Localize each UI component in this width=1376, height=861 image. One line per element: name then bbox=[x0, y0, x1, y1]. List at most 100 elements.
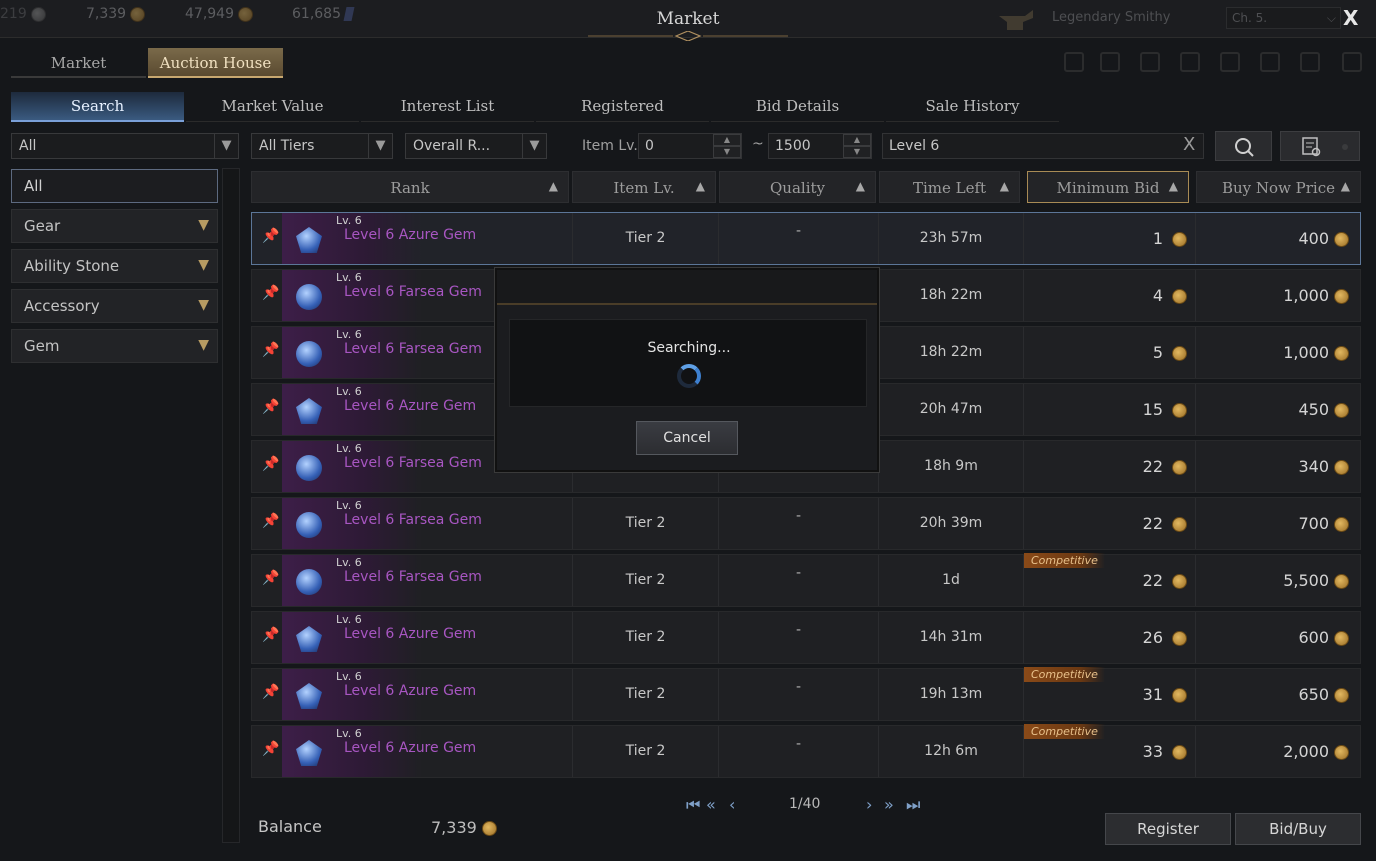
gold-coin-icon bbox=[1172, 517, 1187, 532]
gold-coin-icon bbox=[1334, 232, 1349, 247]
pin-icon[interactable]: 📌 bbox=[262, 285, 279, 305]
pin-icon[interactable]: 📌 bbox=[262, 513, 279, 533]
bag-icon[interactable] bbox=[1140, 52, 1160, 72]
column-rank[interactable]: Rank ▲ bbox=[251, 171, 569, 203]
column-buy-now-price[interactable]: Buy Now Price ▲ bbox=[1196, 171, 1361, 203]
category-all[interactable]: All bbox=[11, 169, 218, 203]
item-tier: Tier 2 bbox=[572, 612, 718, 663]
loading-spinner-icon bbox=[677, 364, 701, 388]
category-gear[interactable]: Gear ▼ bbox=[11, 209, 218, 243]
prev-10-pages-button[interactable]: « bbox=[706, 795, 716, 814]
pin-icon[interactable]: 📌 bbox=[262, 627, 279, 647]
max-increment-button[interactable]: ▲ bbox=[843, 134, 871, 146]
character-icon[interactable] bbox=[1180, 52, 1200, 72]
balance-value: 7,339 bbox=[431, 818, 497, 837]
detailed-search-button[interactable] bbox=[1280, 131, 1360, 161]
item-quality: - bbox=[718, 213, 878, 264]
column-time-left[interactable]: Time Left ▲ bbox=[879, 171, 1020, 203]
column-item-level[interactable]: Item Lv. ▲ bbox=[572, 171, 716, 203]
table-row[interactable]: 📌 Lv. 6 Level 6 Farsea Gem Tier 2-20h 39m 22… bbox=[251, 497, 1361, 550]
category-accessory[interactable]: Accessory ▼ bbox=[11, 289, 218, 323]
min-bid-cell: 26 bbox=[1023, 612, 1195, 663]
pin-icon[interactable]: 📌 bbox=[262, 684, 279, 704]
item-level-tag: Lv. 6 bbox=[336, 442, 362, 455]
pin-icon[interactable]: 📌 bbox=[262, 741, 279, 761]
bid-buy-button[interactable]: Bid/Buy bbox=[1235, 813, 1361, 845]
search-button[interactable] bbox=[1215, 131, 1272, 161]
item-name: Level 6 Farsea Gem bbox=[344, 455, 482, 471]
buy-now-cell: 1,000 bbox=[1195, 270, 1361, 321]
table-row[interactable]: 📌 Lv. 6 Level 6 Azure Gem Tier 2-23h 57m 1 40… bbox=[251, 212, 1361, 265]
search-input[interactable]: Level 6 bbox=[882, 133, 1204, 159]
item-level-tag: Lv. 6 bbox=[336, 499, 362, 512]
last-page-button[interactable]: ⏭ bbox=[906, 795, 920, 815]
tab-market-value[interactable]: Market Value bbox=[186, 92, 359, 122]
item-level-label: Item Lv. bbox=[582, 138, 638, 154]
min-bid: 15 bbox=[1142, 400, 1163, 419]
buy-now-cell: 450 bbox=[1195, 384, 1361, 435]
tab-sale-history[interactable]: Sale History bbox=[886, 92, 1059, 122]
search-icon[interactable] bbox=[1300, 52, 1320, 72]
dialog-message: Searching... bbox=[647, 340, 731, 356]
column-label: Minimum Bid bbox=[1056, 179, 1160, 197]
min-bid: 22 bbox=[1142, 514, 1163, 533]
shop-icon[interactable] bbox=[1064, 52, 1084, 72]
item-name: Level 6 Farsea Gem bbox=[344, 341, 482, 357]
category-gem[interactable]: Gem ▼ bbox=[11, 329, 218, 363]
table-row[interactable]: 📌 Lv. 6 Level 6 Azure Gem Tier 2-14h 31m 26 6… bbox=[251, 611, 1361, 664]
chevron-down-icon: ▼ bbox=[198, 337, 209, 353]
pin-icon[interactable]: 📌 bbox=[262, 342, 279, 362]
register-button[interactable]: Register bbox=[1105, 813, 1231, 845]
prev-page-button[interactable]: ‹ bbox=[729, 795, 736, 814]
time-left: 18h 22m bbox=[878, 327, 1023, 378]
category-scrollbar[interactable] bbox=[222, 168, 240, 843]
menu-icon[interactable] bbox=[1342, 52, 1362, 72]
first-page-button[interactable]: ⏮ bbox=[686, 795, 700, 815]
pin-icon[interactable]: 📌 bbox=[262, 456, 279, 476]
clear-search-button[interactable]: X bbox=[1183, 134, 1195, 155]
tab-registered[interactable]: Registered bbox=[536, 92, 709, 122]
column-quality[interactable]: Quality ▲ bbox=[719, 171, 876, 203]
crafting-icon[interactable] bbox=[1220, 52, 1240, 72]
tab-bid-details[interactable]: Bid Details bbox=[711, 92, 884, 122]
rank-select[interactable]: Overall R... ▼ bbox=[405, 133, 547, 159]
close-button[interactable]: X bbox=[1343, 6, 1358, 30]
gear-icon[interactable] bbox=[1100, 52, 1120, 72]
buy-now-price: 340 bbox=[1298, 457, 1329, 476]
cancel-button[interactable]: Cancel bbox=[636, 421, 738, 455]
table-row[interactable]: 📌 Lv. 6 Level 6 Azure Gem Tier 2-19h 13m 31 6… bbox=[251, 667, 1361, 721]
min-increment-button[interactable]: ▲ bbox=[713, 134, 741, 146]
category-ability-stone[interactable]: Ability Stone ▼ bbox=[11, 249, 218, 283]
buy-now-price: 5,500 bbox=[1283, 571, 1329, 590]
gem-icon bbox=[296, 341, 322, 367]
table-row[interactable]: 📌 Lv. 6 Level 6 Azure Gem Tier 2-12h 6m 33 2,… bbox=[251, 724, 1361, 778]
gem-icon bbox=[296, 512, 322, 538]
buy-now-cell: 400 bbox=[1195, 213, 1361, 264]
next-page-button[interactable]: › bbox=[866, 795, 873, 814]
pin-icon[interactable]: 📌 bbox=[262, 399, 279, 419]
pin-icon[interactable]: 📌 bbox=[262, 570, 279, 590]
item-level-tag: Lv. 6 bbox=[336, 613, 362, 626]
chevron-down-icon: ▼ bbox=[522, 134, 546, 158]
tab-market[interactable]: Market bbox=[11, 48, 146, 78]
tab-interest-list[interactable]: Interest List bbox=[361, 92, 534, 122]
competitive-badge: Competitive bbox=[1024, 553, 1105, 568]
buy-now-cell: 700 bbox=[1195, 498, 1361, 549]
max-decrement-button[interactable]: ▼ bbox=[843, 146, 871, 158]
gem-icon bbox=[296, 626, 322, 652]
column-minimum-bid[interactable]: Minimum Bid ▲ bbox=[1027, 171, 1189, 203]
gold-coin-icon bbox=[1172, 688, 1187, 703]
category-select[interactable]: All ▼ bbox=[11, 133, 239, 159]
table-row[interactable]: 📌 Lv. 6 Level 6 Farsea Gem Tier 2-1d 22 5,500… bbox=[251, 553, 1361, 607]
tab-search[interactable]: Search bbox=[11, 92, 184, 122]
tab-auction-house[interactable]: Auction House bbox=[148, 48, 283, 78]
tier-select[interactable]: All Tiers ▼ bbox=[251, 133, 393, 159]
chest-icon[interactable] bbox=[1260, 52, 1280, 72]
channel-select[interactable]: Ch. 5. ⌵ bbox=[1226, 7, 1341, 29]
item-quality: - bbox=[718, 498, 878, 549]
min-decrement-button[interactable]: ▼ bbox=[713, 146, 741, 158]
min-bid-cell: 4 bbox=[1023, 270, 1195, 321]
pin-icon[interactable]: 📌 bbox=[262, 228, 279, 248]
next-10-pages-button[interactable]: » bbox=[884, 795, 894, 814]
item-level-tag: Lv. 6 bbox=[336, 556, 362, 569]
